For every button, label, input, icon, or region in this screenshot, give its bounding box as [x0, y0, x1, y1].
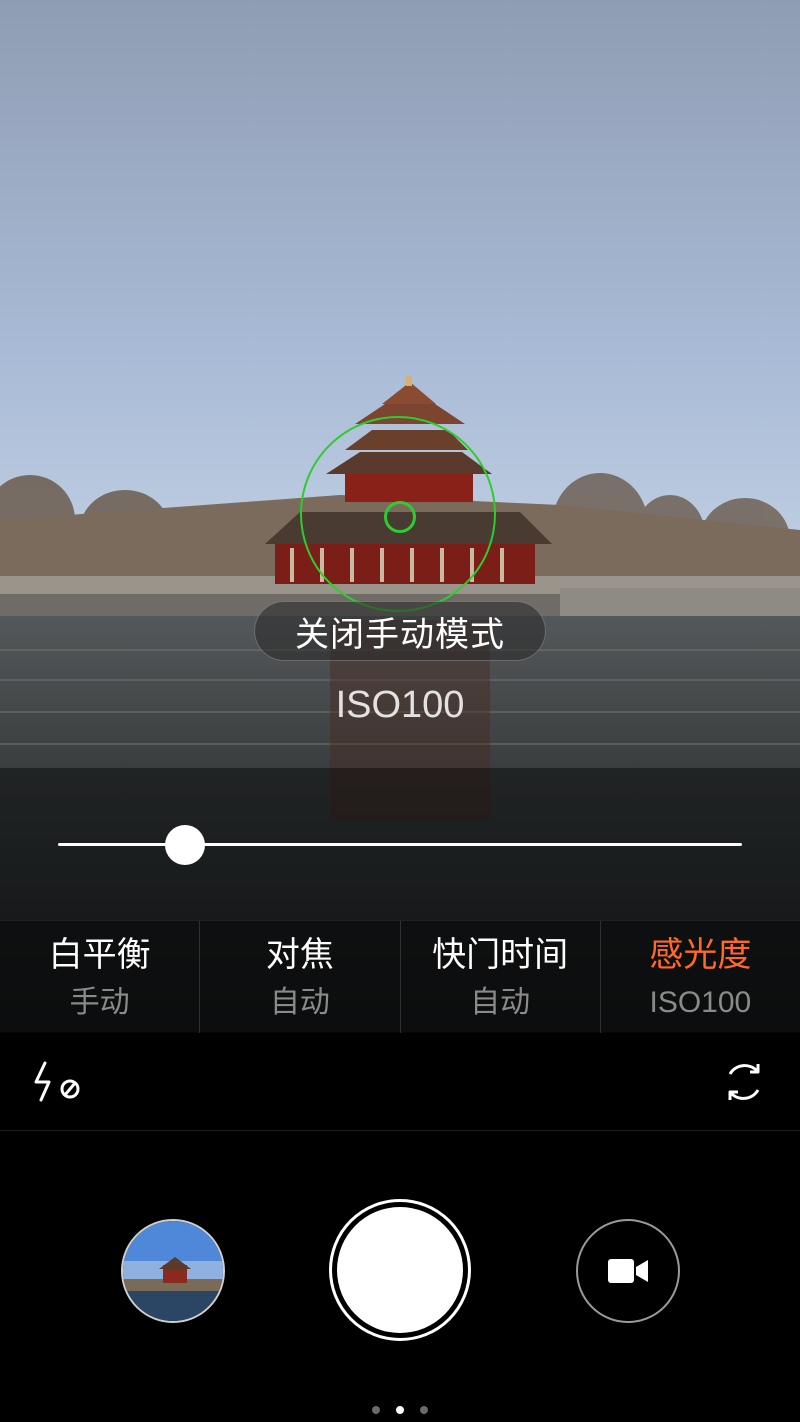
pager-dot-active[interactable] — [396, 1406, 404, 1414]
gallery-thumbnail[interactable] — [121, 1219, 225, 1323]
param-value: 自动 — [470, 985, 531, 1019]
param-white-balance[interactable]: 白平衡 手动 — [0, 921, 199, 1034]
pager-dot[interactable] — [420, 1406, 428, 1414]
exit-manual-mode-button[interactable]: 关闭手动模式 — [254, 601, 546, 661]
video-camera-icon[interactable] — [576, 1219, 680, 1323]
switch-camera-icon[interactable] — [720, 1058, 768, 1106]
exit-manual-mode-label: 关闭手动模式 — [295, 614, 505, 655]
param-label: 白平衡 — [48, 934, 151, 975]
flash-off-icon[interactable] — [30, 1060, 84, 1104]
camera-viewfinder[interactable]: 关闭手动模式 ISO100 — [0, 0, 800, 1032]
mode-pager — [0, 1406, 800, 1414]
param-value: 自动 — [269, 985, 330, 1019]
param-shutter-time[interactable]: 快门时间 自动 — [399, 921, 600, 1034]
param-iso[interactable]: 感光度 ISO100 — [599, 921, 800, 1034]
pager-dot[interactable] — [372, 1406, 380, 1414]
iso-value-readout: ISO100 — [335, 684, 465, 726]
param-focus[interactable]: 对焦 自动 — [199, 921, 399, 1034]
param-value: 手动 — [69, 985, 130, 1019]
param-label: 快门时间 — [432, 934, 569, 975]
shutter-inner — [337, 1207, 463, 1333]
iso-slider-track[interactable] — [58, 843, 742, 846]
param-value: ISO100 — [649, 985, 752, 1019]
param-label: 感光度 — [649, 934, 752, 975]
camera-toolbar — [0, 1033, 800, 1131]
iso-slider-thumb[interactable] — [165, 825, 206, 865]
shutter-button[interactable] — [329, 1199, 471, 1341]
manual-params-bar: 白平衡 手动 对焦 自动 快门时间 自动 感光度 ISO100 — [0, 920, 800, 1034]
focus-point[interactable] — [384, 501, 416, 533]
param-label: 对焦 — [265, 934, 334, 975]
